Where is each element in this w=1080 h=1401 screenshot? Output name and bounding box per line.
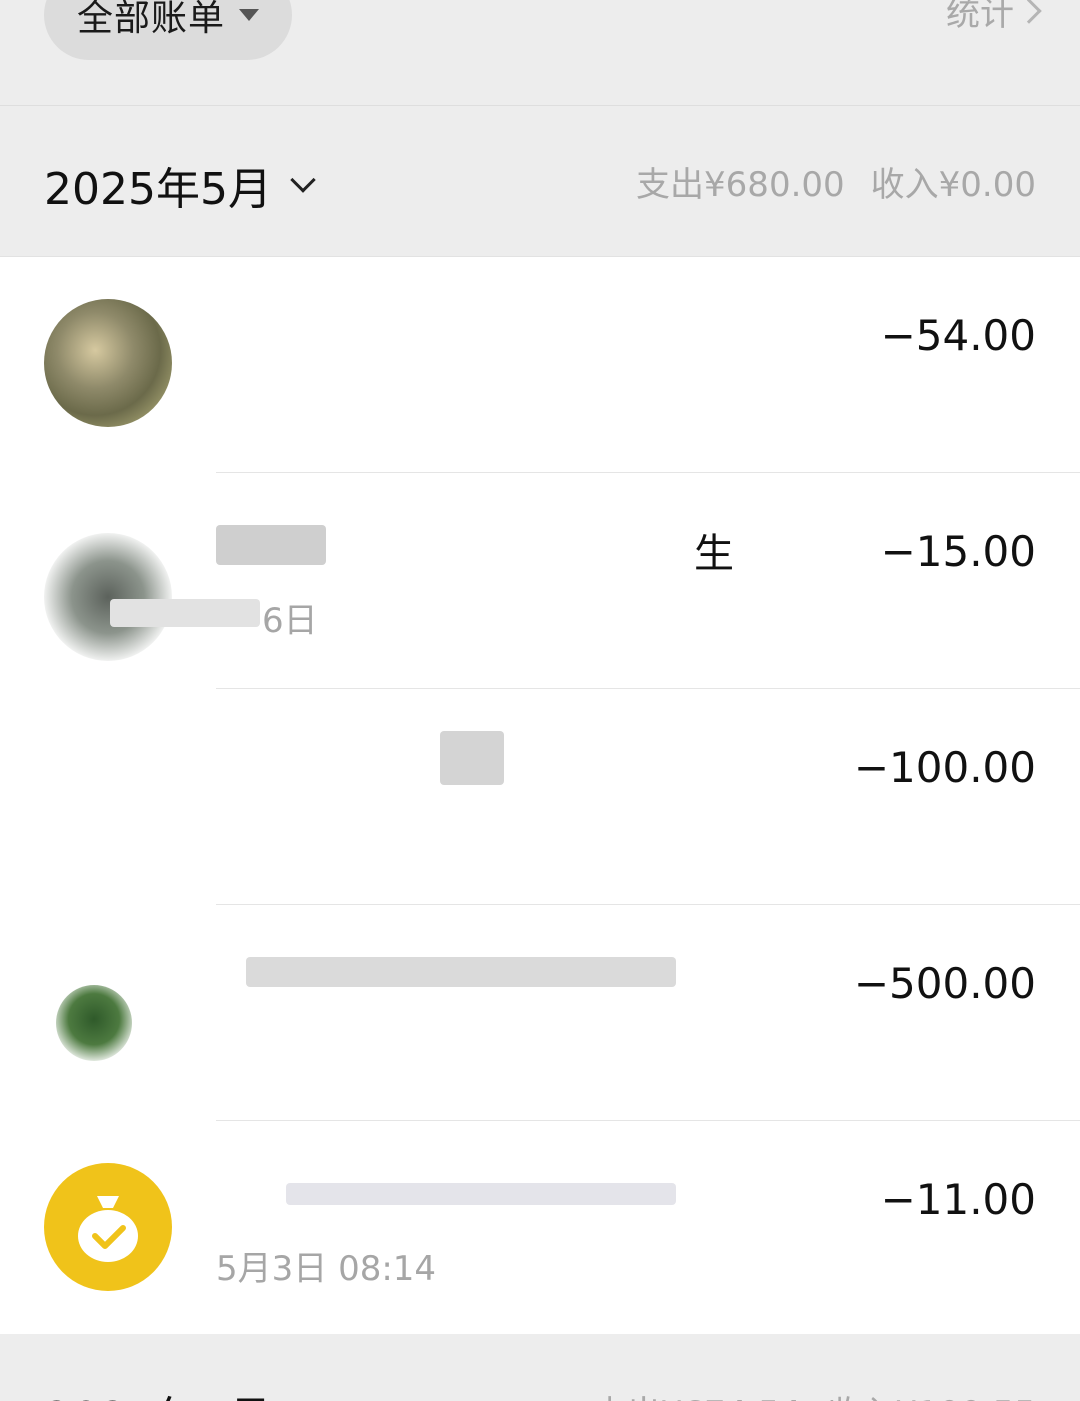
caret-down-icon (239, 9, 260, 21)
avatar (56, 985, 132, 1061)
transaction-time: 6日 (262, 601, 318, 641)
redacted-title (286, 1183, 676, 1205)
avatar (44, 299, 172, 427)
transaction-title: 生 (694, 531, 734, 577)
stats-label: 统计 (946, 0, 1014, 34)
transaction-amount: −54.00 (880, 311, 1036, 360)
avatar (44, 533, 172, 661)
redacted-time (110, 599, 260, 627)
transaction-list: −54.00 生 6日 −15.00 −100.00 −500.00 5月3日 … (0, 257, 1080, 1334)
month-summary: 支出¥674.54 收入¥100.55 (593, 1386, 1036, 1401)
transaction-amount: −500.00 (853, 959, 1036, 1008)
transaction-row[interactable]: −100.00 (0, 689, 1080, 905)
month-title: 2025年4月 (44, 1382, 272, 1401)
redacted-title (246, 957, 676, 987)
month-expense: 支出¥674.54 (593, 1386, 802, 1401)
month-income: 收入¥100.55 (827, 1386, 1036, 1401)
transaction-row[interactable]: −500.00 (0, 905, 1080, 1121)
transaction-amount: −15.00 (880, 527, 1036, 576)
chevron-right-icon (1016, 0, 1042, 24)
chevron-down-icon (290, 167, 316, 193)
month-header-april[interactable]: 2025年4月 支出¥674.54 收入¥100.55 (0, 1334, 1080, 1401)
transaction-row[interactable]: 5月3日 08:14 −11.00 (0, 1121, 1080, 1334)
transaction-row[interactable]: 生 6日 −15.00 (0, 473, 1080, 689)
transaction-amount: −100.00 (853, 743, 1036, 792)
month-summary: 支出¥680.00 收入¥0.00 (636, 157, 1036, 206)
bill-filter-label: 全部账单 (77, 0, 226, 39)
month-selector[interactable]: 2025年5月 (44, 153, 316, 217)
bill-filter-button[interactable]: 全部账单 (44, 0, 292, 60)
money-bag-icon (44, 1163, 172, 1291)
stats-link[interactable]: 统计 (946, 0, 1042, 35)
top-toolbar: 全部账单 统计 (0, 0, 1080, 106)
month-expense: 支出¥680.00 (636, 165, 845, 205)
month-title: 2025年5月 (44, 164, 272, 215)
month-income: 收入¥0.00 (870, 165, 1036, 205)
transaction-time: 5月3日 08:14 (216, 1249, 437, 1289)
transaction-row[interactable]: −54.00 (0, 257, 1080, 473)
month-header-may[interactable]: 2025年5月 支出¥680.00 收入¥0.00 (0, 107, 1080, 257)
redacted-title (216, 525, 326, 565)
redacted-title (440, 731, 504, 785)
transaction-amount: −11.00 (880, 1175, 1036, 1224)
